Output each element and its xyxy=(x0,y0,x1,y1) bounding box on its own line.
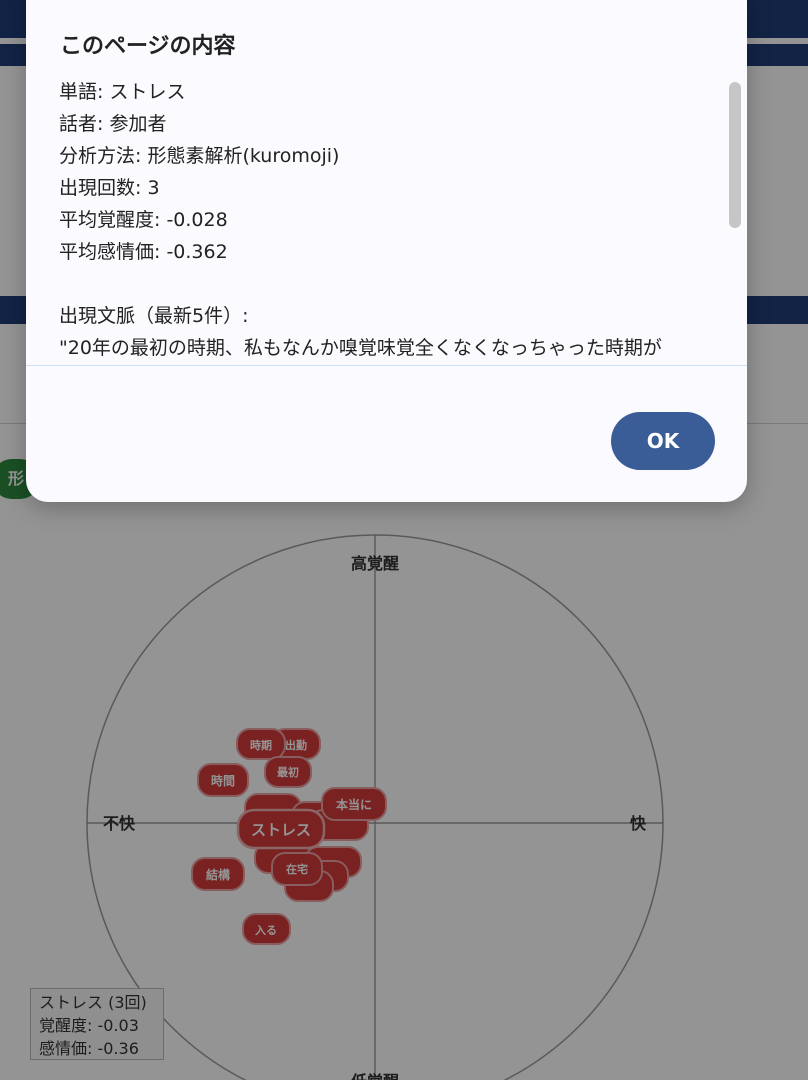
detail-spacer xyxy=(59,268,699,300)
page-content-dialog: このページの内容 単語: ストレス 話者: 参加者 分析方法: 形態素解析(ku… xyxy=(26,0,747,502)
dialog-title: このページの内容 xyxy=(60,34,236,59)
detail-arousal: 平均覚醒度: -0.028 xyxy=(59,209,228,231)
detail-count: 出現回数: 3 xyxy=(59,177,160,199)
detail-word: 単語: ストレス xyxy=(59,81,186,103)
dialog-scroll-area[interactable]: 単語: ストレス 話者: 参加者 分析方法: 形態素解析(kuromoji) 出… xyxy=(26,76,747,365)
detail-speaker: 話者: 参加者 xyxy=(59,113,167,135)
ok-button[interactable]: OK xyxy=(611,412,715,470)
detail-valence: 平均感情価: -0.362 xyxy=(59,241,228,263)
dialog-details: 単語: ストレス 話者: 参加者 分析方法: 形態素解析(kuromoji) 出… xyxy=(59,76,699,365)
context-header: 出現文脈（最新5件）: xyxy=(59,305,249,327)
detail-method: 分析方法: 形態素解析(kuromoji) xyxy=(59,145,340,167)
dialog-footer-divider xyxy=(26,365,747,366)
context-text: "20年の最初の時期、私もなんか嗅覚味覚全くなくなっちゃった時期があって、ずっと… xyxy=(59,337,662,359)
dialog-scrollbar-thumb[interactable] xyxy=(729,82,741,228)
